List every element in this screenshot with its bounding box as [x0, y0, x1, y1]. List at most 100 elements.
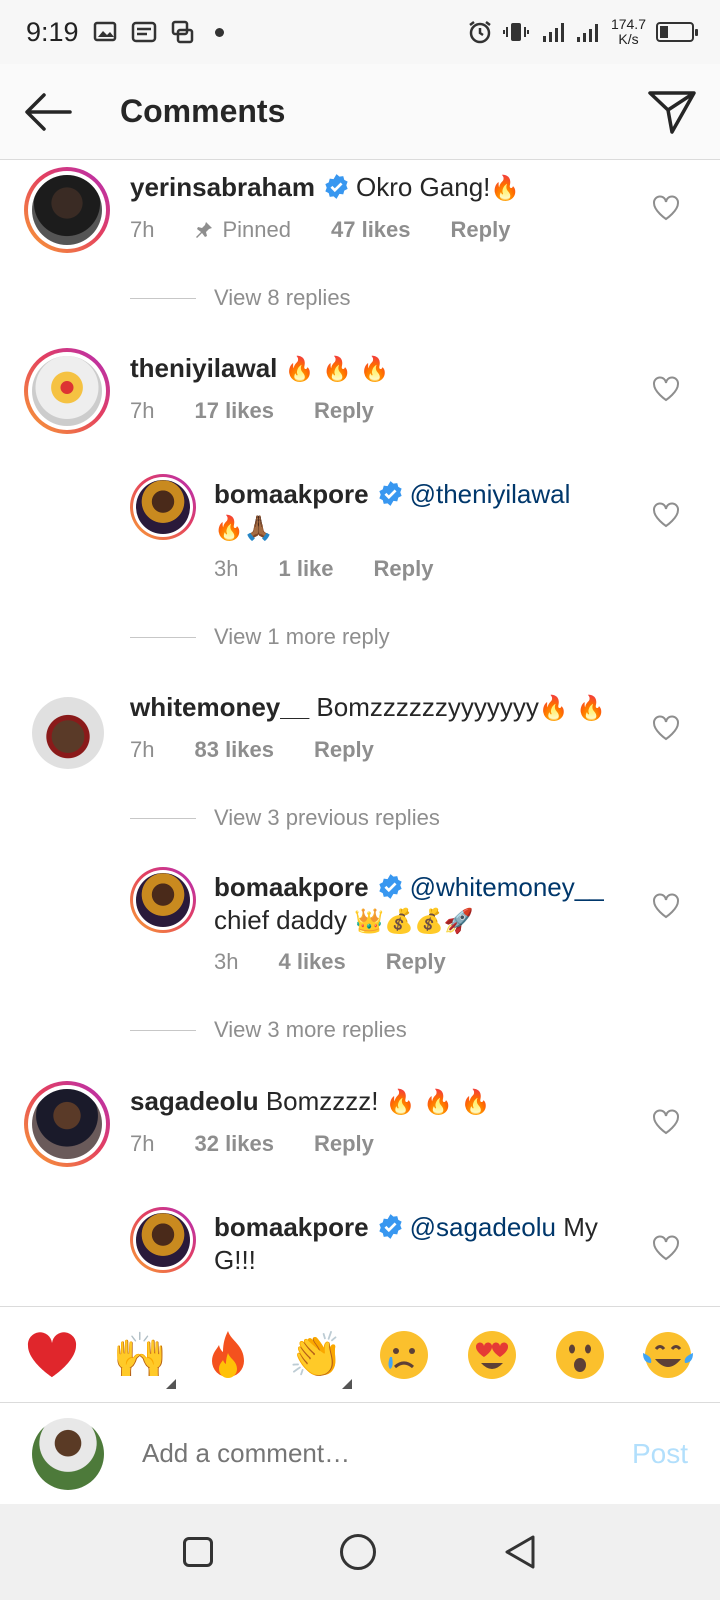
divider-line: [130, 1029, 196, 1031]
share-button[interactable]: [624, 64, 720, 160]
app-header: Comments: [0, 64, 720, 160]
reply-button[interactable]: Reply: [451, 217, 511, 243]
comment-username[interactable]: yerinsabraham: [130, 172, 315, 202]
likes-count[interactable]: 83 likes: [194, 737, 274, 763]
heart-icon[interactable]: [652, 195, 680, 221]
heart-icon[interactable]: [652, 893, 680, 919]
comment-body: Okro Gang!: [355, 172, 491, 202]
network-speed-unit: K/s: [618, 31, 639, 47]
divider-line: [130, 817, 196, 819]
likes-count[interactable]: 17 likes: [194, 398, 274, 424]
comment-input[interactable]: [142, 1438, 582, 1469]
comment-emojis: 🔥 🔥 🔥: [385, 1088, 491, 1116]
clapping-hands-emoji-button[interactable]: 👏: [286, 1325, 352, 1389]
comment-item: whitemoney__ Bomzzzzzzyyyyyyy🔥 🔥 7h 83 l…: [0, 685, 720, 1065]
reply-username[interactable]: bomaakpore: [214, 1212, 369, 1242]
message-notification-icon: [131, 21, 156, 43]
mention-link[interactable]: @sagadeolu: [410, 1212, 556, 1242]
pinned-indicator: Pinned: [194, 217, 291, 243]
comment-body: Bomzzzz!: [265, 1086, 379, 1116]
heart-eyes-emoji-button[interactable]: [462, 1325, 522, 1385]
battery-icon: [656, 22, 698, 42]
comment-username[interactable]: theniyilawal: [130, 353, 277, 383]
comment-meta: 7h 32 likes Reply: [130, 1131, 374, 1157]
page-title: Comments: [120, 93, 286, 129]
comment-username[interactable]: whitemoney__: [130, 692, 309, 722]
view-replies-button[interactable]: View 8 replies: [130, 285, 351, 311]
comments-list[interactable]: yerinsabraham Okro Gang!🔥 7h Pinned 47 li…: [0, 161, 720, 1306]
reply-avatar[interactable]: [130, 1207, 196, 1273]
pinned-label: Pinned: [222, 217, 291, 242]
likes-count[interactable]: 47 likes: [331, 217, 411, 243]
reply-emojis: 👑💰💰🚀: [354, 907, 474, 935]
add-comment-bar: Post: [0, 1402, 720, 1504]
heart-icon[interactable]: [652, 1109, 680, 1135]
likes-count[interactable]: 32 likes: [194, 1131, 274, 1157]
comment-body: Bomzzzzzzyyyyyyy: [316, 692, 539, 722]
mention-link[interactable]: @whitemoney__: [410, 872, 604, 902]
reply-button[interactable]: Reply: [374, 556, 434, 582]
surprised-face-emoji-button[interactable]: [550, 1325, 610, 1385]
reply-button[interactable]: Reply: [386, 949, 446, 975]
heart-icon[interactable]: [652, 715, 680, 741]
reply-username[interactable]: bomaakpore: [214, 872, 369, 902]
back-button[interactable]: [0, 64, 96, 160]
avatar[interactable]: [32, 697, 104, 769]
likes-count[interactable]: 4 likes: [278, 949, 345, 975]
crying-face-icon: [380, 1330, 428, 1379]
tears-of-joy-emoji-button[interactable]: [638, 1325, 698, 1385]
heart-icon[interactable]: [652, 502, 680, 528]
reply-time: 3h: [214, 556, 239, 581]
current-user-avatar: [32, 1417, 104, 1490]
comment-emojis: 🔥: [490, 174, 521, 202]
raising-hands-icon: 🙌: [112, 1329, 168, 1381]
alarm-icon: [469, 21, 491, 44]
avatar[interactable]: [24, 1081, 110, 1167]
back-nav-button[interactable]: [503, 1534, 537, 1570]
comment-time: 7h: [130, 398, 155, 423]
comment-time: 7h: [130, 1131, 155, 1156]
sync-notification-icon: [171, 20, 193, 44]
tears-of-joy-icon: [643, 1331, 693, 1378]
verified-badge-icon: [378, 1214, 402, 1239]
heart-icon[interactable]: [652, 376, 680, 402]
home-button[interactable]: [339, 1534, 376, 1570]
comment-username[interactable]: sagadeolu: [130, 1086, 259, 1116]
recent-apps-button[interactable]: [183, 1537, 214, 1567]
view-replies-label: View 8 replies: [214, 285, 351, 310]
avatar[interactable]: [24, 167, 110, 253]
reply-username[interactable]: bomaakpore: [214, 479, 369, 509]
heart-emoji-button[interactable]: [22, 1325, 82, 1385]
red-heart-icon: [27, 1331, 77, 1377]
fire-emoji-button[interactable]: [198, 1325, 258, 1385]
divider-line: [130, 297, 196, 299]
clapping-hands-icon: 👏: [288, 1329, 344, 1381]
post-button[interactable]: Post: [632, 1438, 688, 1470]
reply-button[interactable]: Reply: [314, 398, 374, 424]
comment-item: yerinsabraham Okro Gang!🔥 7h Pinned 47 li…: [0, 161, 720, 341]
comment-emojis: 🔥 🔥: [538, 694, 607, 722]
view-previous-replies-button[interactable]: View 3 previous replies: [130, 805, 440, 831]
view-replies-button[interactable]: View 3 more replies: [130, 1017, 407, 1043]
reply-text: bomaakpore @whitemoney__ chief daddy 👑💰💰🚀: [214, 871, 634, 938]
raising-hands-emoji-button[interactable]: 🙌: [110, 1325, 176, 1389]
view-replies-label: View 3 more replies: [214, 1017, 407, 1042]
reply-button[interactable]: Reply: [314, 1131, 374, 1157]
avatar[interactable]: [24, 348, 110, 434]
reply-time: 3h: [214, 949, 239, 974]
comment-time: 7h: [130, 737, 155, 762]
heart-icon[interactable]: [652, 1235, 680, 1261]
fire-icon: [212, 1330, 244, 1378]
reply-meta: 3h 1 like Reply: [214, 556, 433, 582]
comment-meta: 7h Pinned 47 likes Reply: [130, 217, 510, 243]
reply-button[interactable]: Reply: [314, 737, 374, 763]
reply-avatar[interactable]: [130, 867, 196, 933]
signal-icon: [576, 24, 598, 42]
comment-time: 7h: [130, 217, 155, 242]
crying-face-emoji-button[interactable]: [374, 1325, 434, 1385]
likes-count[interactable]: 1 like: [278, 556, 333, 582]
reply-avatar[interactable]: [130, 474, 196, 540]
view-replies-button[interactable]: View 1 more reply: [130, 624, 390, 650]
signal-3g-icon: [542, 23, 564, 42]
mention-link[interactable]: @theniyilawal: [410, 479, 571, 509]
